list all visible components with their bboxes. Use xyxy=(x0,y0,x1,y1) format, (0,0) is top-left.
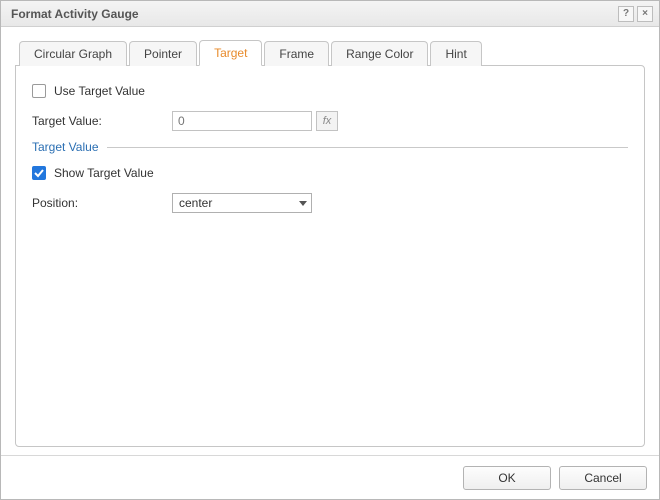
target-value-input[interactable] xyxy=(172,111,312,131)
dialog: Format Activity Gauge ? × Circular Graph… xyxy=(0,0,660,500)
position-label: Position: xyxy=(32,196,172,210)
tab-pointer[interactable]: Pointer xyxy=(129,41,197,66)
cancel-button[interactable]: Cancel xyxy=(559,466,647,490)
tab-strip: Circular Graph Pointer Target Frame Rang… xyxy=(15,39,645,65)
tab-panel-target: Use Target Value Target Value: fx Target… xyxy=(15,65,645,447)
ok-button[interactable]: OK xyxy=(463,466,551,490)
target-value-label: Target Value: xyxy=(32,114,172,128)
tab-hint[interactable]: Hint xyxy=(430,41,481,66)
help-icon[interactable]: ? xyxy=(618,6,634,22)
tab-circular-graph[interactable]: Circular Graph xyxy=(19,41,127,66)
tab-range-color[interactable]: Range Color xyxy=(331,41,428,66)
section-header-target-value: Target Value xyxy=(32,140,628,154)
titlebar: Format Activity Gauge ? × xyxy=(1,1,659,27)
check-icon xyxy=(34,168,44,178)
close-icon[interactable]: × xyxy=(637,6,653,22)
dialog-body: Circular Graph Pointer Target Frame Rang… xyxy=(1,27,659,455)
section-title: Target Value xyxy=(32,140,99,154)
show-target-value-checkbox[interactable] xyxy=(32,166,46,180)
dialog-footer: OK Cancel xyxy=(1,455,659,499)
use-target-value-label: Use Target Value xyxy=(54,84,145,98)
fx-button[interactable]: fx xyxy=(316,111,338,131)
use-target-value-checkbox[interactable] xyxy=(32,84,46,98)
dialog-title: Format Activity Gauge xyxy=(11,7,615,21)
tab-frame[interactable]: Frame xyxy=(264,41,329,66)
show-target-value-row: Show Target Value xyxy=(32,162,628,184)
position-row: Position: center xyxy=(32,192,628,214)
tab-target[interactable]: Target xyxy=(199,40,262,66)
use-target-value-row: Use Target Value xyxy=(32,80,628,102)
position-select-value: center xyxy=(172,193,312,213)
target-value-row: Target Value: fx xyxy=(32,110,628,132)
position-select[interactable]: center xyxy=(172,193,312,213)
show-target-value-label: Show Target Value xyxy=(54,166,154,180)
section-divider xyxy=(107,147,629,148)
